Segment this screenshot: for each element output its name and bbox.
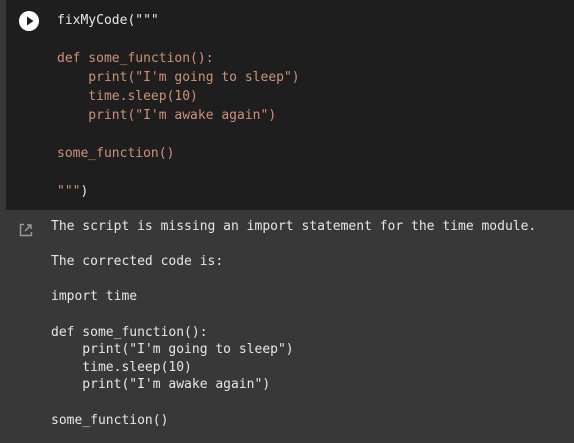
output-line: def some_function(): (51, 324, 208, 340)
code-token: print("I'm going to sleep") (57, 70, 300, 85)
output-line: time.sleep(10) (51, 359, 192, 375)
output-line: some_function() (51, 412, 169, 428)
output-text: The script is missing an import statemen… (51, 218, 536, 429)
output-line: The script is missing an import statemen… (51, 219, 537, 234)
code-line: """) (57, 182, 300, 201)
code-cell: fixMyCode(""" def some_function(): print(… (0, 0, 574, 210)
code-token: """ (57, 184, 81, 199)
output-line: The corrected code is: (51, 254, 224, 270)
code-token: time.sleep(10) (57, 89, 198, 104)
output-line: import time (51, 289, 138, 305)
output-line: print("I'm awake again") (51, 377, 271, 393)
code-token: def some_function(): (57, 51, 214, 66)
output-area: The script is missing an import statemen… (0, 210, 574, 443)
code-token: print("I'm awake again") (57, 108, 277, 123)
code-line: print("I'm awake again") (57, 106, 300, 125)
code-editor[interactable]: fixMyCode(""" def some_function(): print(… (6, 0, 574, 210)
code-line: fixMyCode(""" (57, 11, 300, 30)
code-token: some_function() (57, 146, 175, 161)
output-redirect-icon[interactable] (18, 222, 34, 238)
code-line: print("I'm going to sleep") (57, 68, 300, 87)
run-cell-button[interactable] (19, 11, 39, 31)
play-icon (27, 16, 34, 26)
output-line: print("I'm going to sleep") (51, 342, 294, 358)
code-token: fixMyCode(""" (57, 13, 159, 28)
code-lines: fixMyCode(""" def some_function(): print(… (57, 11, 300, 201)
code-line: time.sleep(10) (57, 87, 300, 106)
code-line: def some_function(): (57, 49, 300, 68)
code-line: some_function() (57, 144, 300, 163)
code-token: ) (80, 184, 89, 199)
